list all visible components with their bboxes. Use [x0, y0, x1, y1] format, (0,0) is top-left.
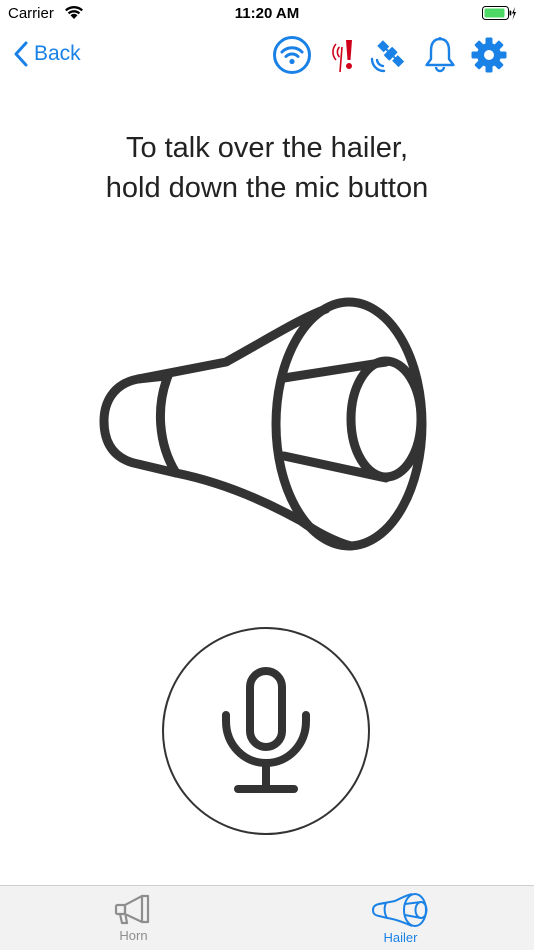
navigation-bar: Back [0, 28, 534, 80]
back-button-label: Back [34, 42, 81, 65]
wifi-button[interactable] [272, 36, 312, 74]
tab-bar: Horn Hailer [0, 885, 534, 950]
instruction-line-1: To talk over the hailer, [125, 132, 409, 164]
satellite-icon [370, 40, 405, 73]
signal-alert-icon [332, 40, 352, 73]
horn-tab-icon [114, 894, 149, 925]
back-button[interactable]: Back [14, 38, 81, 70]
wifi-icon [273, 36, 311, 74]
battery-icon [482, 6, 516, 20]
tab-horn-label: Horn [119, 928, 148, 943]
instruction-text: To talk over the hailer, hold down the m… [0, 128, 534, 208]
chevron-left-icon [14, 41, 28, 67]
tab-hailer[interactable]: Hailer [267, 886, 534, 950]
status-bar: Carrier 11:20 AM [0, 0, 534, 28]
mic-button[interactable] [162, 627, 370, 835]
gear-icon [471, 37, 507, 73]
settings-button[interactable] [469, 36, 509, 74]
tab-hailer-label: Hailer [383, 930, 418, 945]
satellite-button[interactable] [368, 36, 408, 74]
tab-horn[interactable]: Horn [0, 886, 267, 950]
microphone-icon [222, 667, 310, 793]
bell-icon [425, 37, 455, 73]
hailer-tab-icon [371, 893, 427, 927]
notifications-button[interactable] [420, 36, 460, 74]
status-time: 11:20 AM [234, 5, 300, 22]
megaphone-illustration [99, 297, 427, 551]
signal-alert-button[interactable] [324, 36, 364, 74]
instruction-line-2: hold down the mic button [105, 172, 429, 204]
